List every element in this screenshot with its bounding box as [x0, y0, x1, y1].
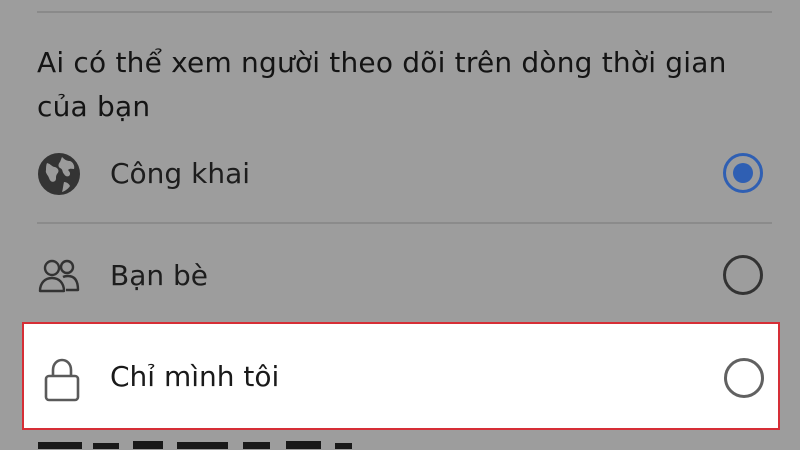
top-divider — [37, 11, 772, 13]
option-public-label: Công khai — [110, 157, 250, 190]
option-divider — [37, 222, 772, 224]
privacy-options-screen: Ai có thể xem người theo dõi trên dòng t… — [0, 0, 800, 450]
option-only-me-label: Chỉ mình tôi — [110, 360, 280, 393]
globe-icon — [38, 153, 80, 195]
friends-icon — [38, 259, 80, 293]
option-public-row[interactable]: Công khai — [0, 140, 800, 206]
privacy-section-title: Ai có thể xem người theo dõi trên dòng t… — [37, 46, 727, 123]
unselected-radio-icon[interactable] — [723, 357, 765, 399]
option-friends-row[interactable]: Bạn bè — [0, 242, 800, 308]
lock-icon — [44, 358, 80, 402]
option-only-me-row[interactable]: Chỉ mình tôi — [22, 322, 780, 430]
cropped-text-fragment — [38, 441, 352, 449]
option-friends-label: Bạn bè — [110, 259, 209, 292]
unselected-radio-icon[interactable] — [722, 254, 764, 296]
selected-radio-icon[interactable] — [722, 152, 764, 194]
